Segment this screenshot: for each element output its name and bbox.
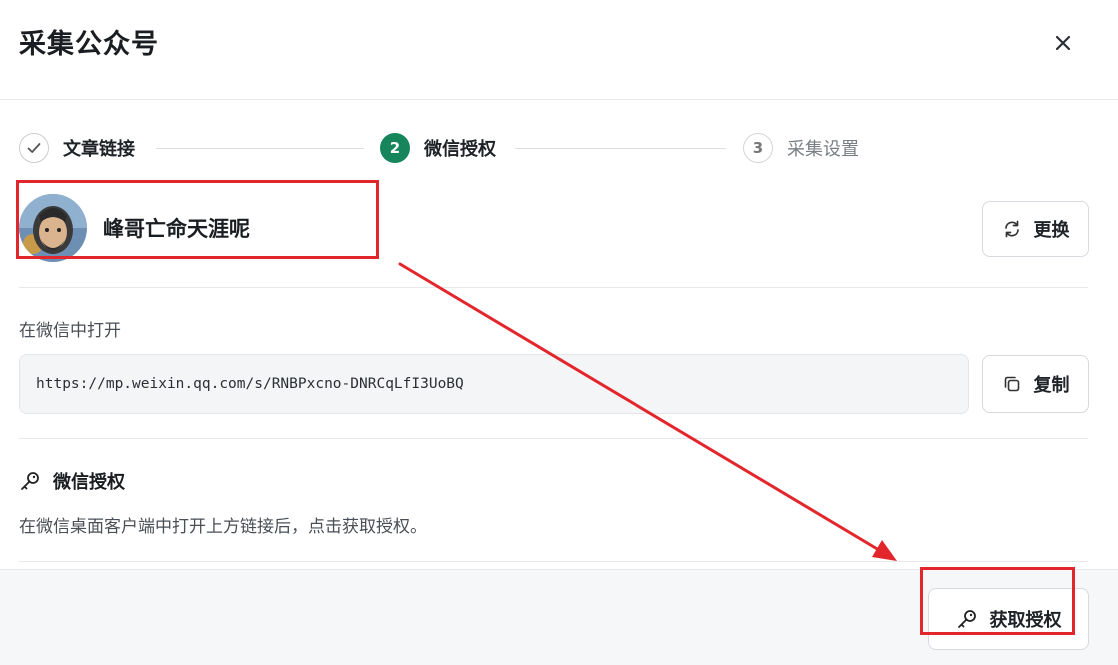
close-button[interactable] xyxy=(1046,28,1080,58)
account-info: 峰哥亡命天涯呢 xyxy=(19,193,250,263)
article-url-field[interactable]: https://mp.weixin.qq.com/s/RNBPxcno-DNRC… xyxy=(19,354,969,414)
step-1-label: 文章链接 xyxy=(63,139,135,160)
get-authorization-button[interactable]: 获取授权 xyxy=(928,588,1089,650)
article-url-text: https://mp.weixin.qq.com/s/RNBPxcno-DNRC… xyxy=(36,376,464,392)
wechat-auth-title: 微信授权 xyxy=(53,472,125,493)
step-3-number: 3 xyxy=(743,133,773,163)
step-2-number: 2 xyxy=(380,133,410,163)
section-divider xyxy=(19,561,1088,562)
stepper: 文章链接 2 微信授权 3 采集设置 xyxy=(19,131,1099,165)
step-connector xyxy=(156,148,364,149)
avatar xyxy=(19,194,87,262)
key-icon xyxy=(957,610,976,628)
step-article-link: 文章链接 xyxy=(19,131,135,165)
get-authorization-label: 获取授权 xyxy=(989,610,1062,631)
change-account-label: 更换 xyxy=(1033,220,1070,241)
key-icon xyxy=(21,472,39,490)
refresh-icon xyxy=(1004,220,1019,238)
wechat-auth-section-title: 微信授权 xyxy=(19,468,125,494)
step-2-label: 微信授权 xyxy=(424,139,496,160)
open-in-wechat-label: 在微信中打开 xyxy=(19,321,121,341)
section-divider xyxy=(19,438,1088,439)
wechat-auth-description: 在微信桌面客户端中打开上方链接后，点击获取授权。 xyxy=(19,517,427,537)
change-account-button[interactable]: 更换 xyxy=(982,201,1089,257)
account-name: 峰哥亡命天涯呢 xyxy=(103,217,250,241)
step-3-label: 采集设置 xyxy=(787,139,859,160)
step-1-done-indicator xyxy=(19,133,49,163)
section-divider xyxy=(19,287,1088,288)
dialog-header: 采集公众号 xyxy=(0,0,1118,100)
step-wechat-auth: 2 微信授权 xyxy=(380,131,496,165)
copy-url-button[interactable]: 复制 xyxy=(982,355,1089,413)
check-icon xyxy=(27,143,41,153)
close-icon xyxy=(1055,35,1071,51)
step-collect-settings: 3 采集设置 xyxy=(743,131,859,165)
dialog-title: 采集公众号 xyxy=(19,29,159,60)
copy-icon xyxy=(1004,376,1019,392)
copy-url-label: 复制 xyxy=(1033,375,1070,396)
step-connector xyxy=(515,148,726,149)
